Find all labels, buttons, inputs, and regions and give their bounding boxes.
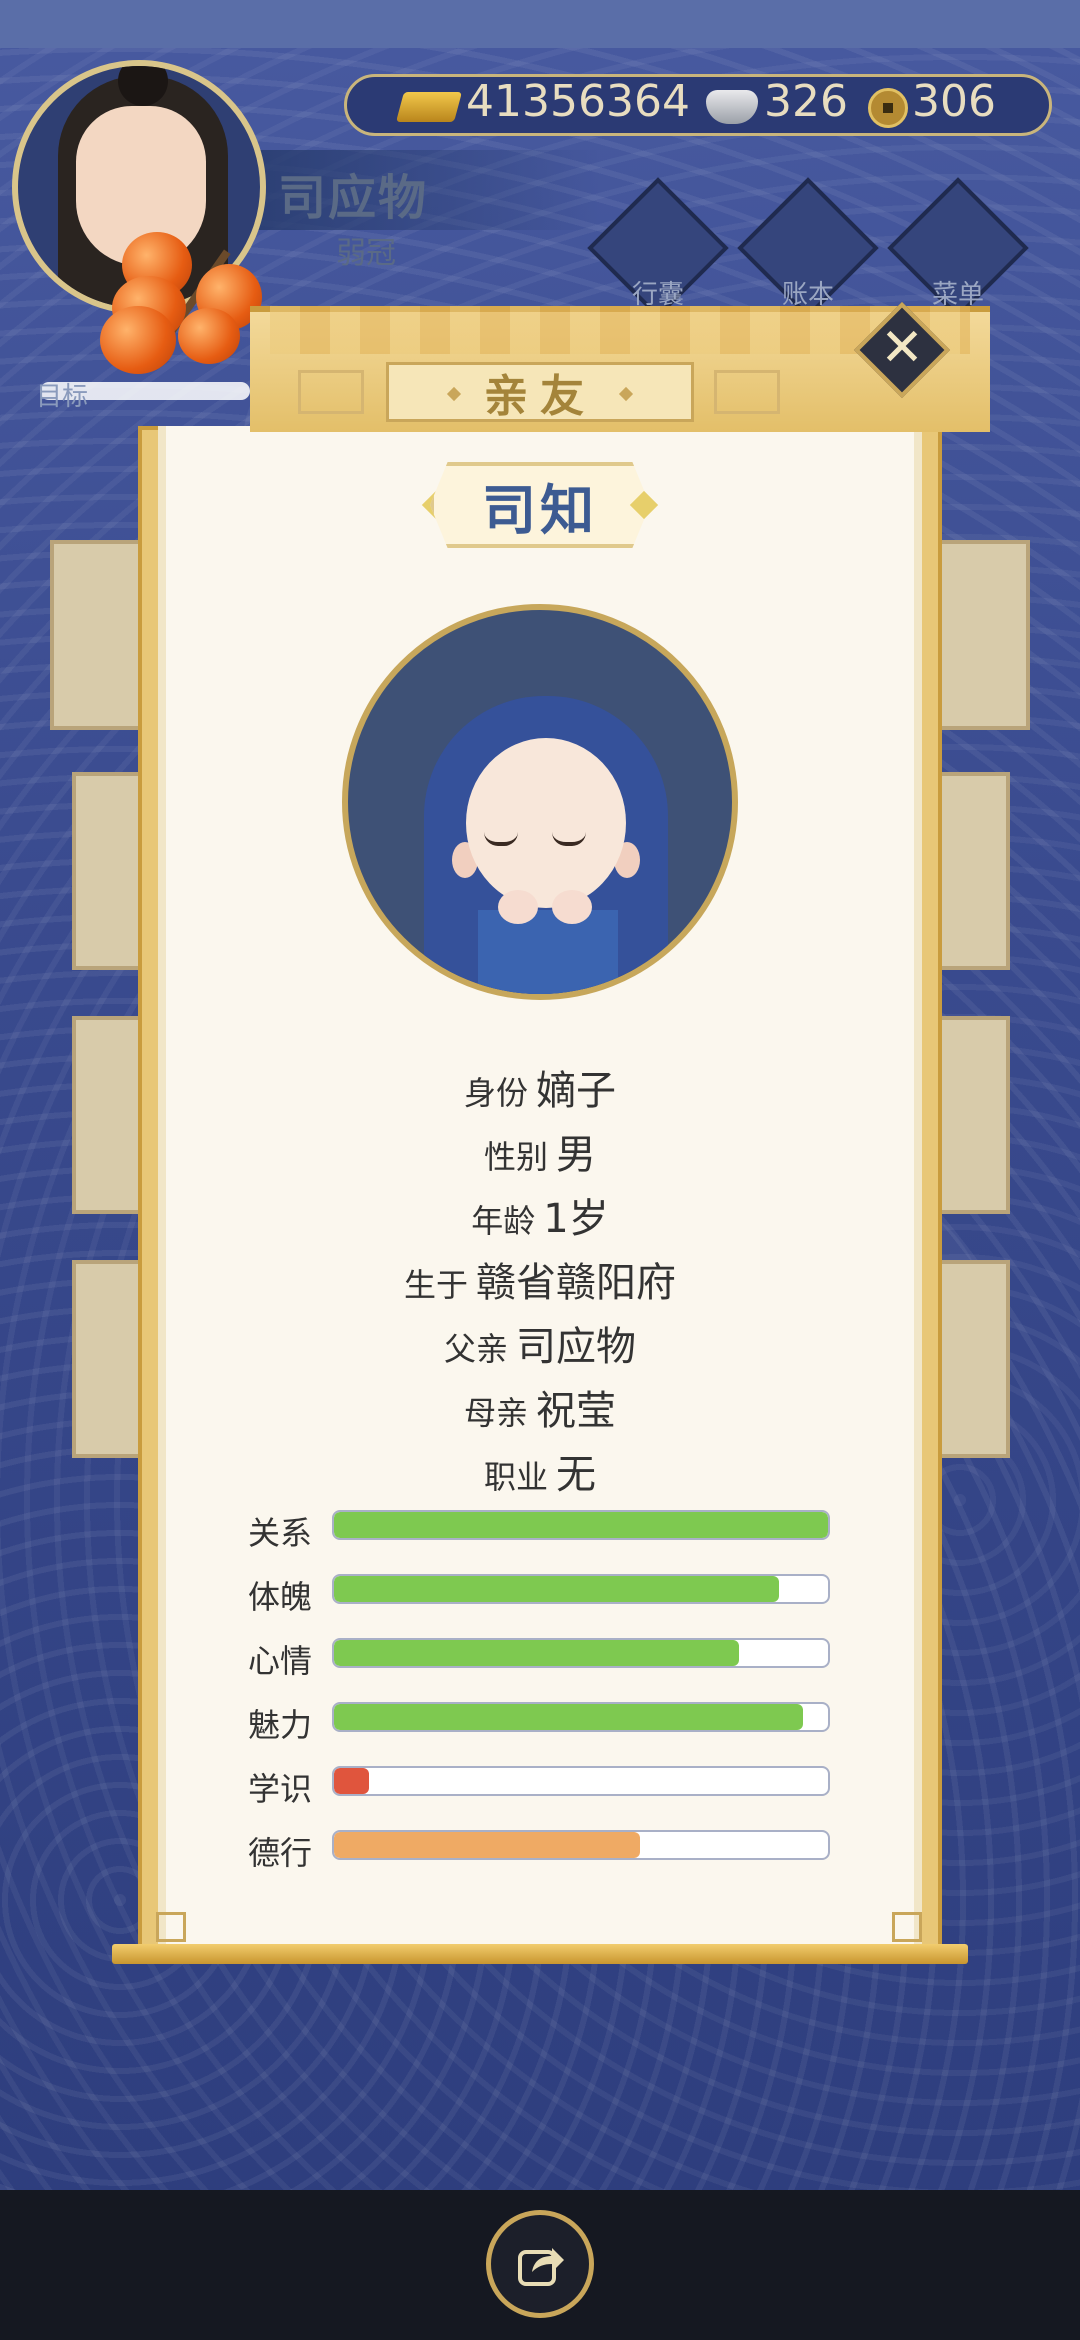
info-value: 祝莹 — [536, 1388, 616, 1434]
title-ornament-icon — [618, 386, 634, 402]
stat-bar — [332, 1574, 830, 1604]
stat-bar-fill — [334, 1704, 804, 1730]
info-line: 身份 嫡子 — [158, 1058, 922, 1116]
stat-bar-fill — [334, 1512, 828, 1538]
player-name: 司应物 — [278, 170, 429, 226]
character-portrait — [342, 604, 738, 1000]
info-value: 男 — [556, 1132, 596, 1178]
info-label: 生于 — [403, 1266, 468, 1304]
stat-bar — [332, 1766, 830, 1796]
stat-bar-fill — [334, 1832, 641, 1858]
modal-title-plate: 亲友 — [386, 362, 694, 422]
info-label: 母亲 — [463, 1394, 528, 1432]
info-label: 性别 — [483, 1138, 548, 1176]
corner-ornament — [892, 1912, 922, 1942]
stat-bar — [332, 1510, 830, 1540]
target-label: 目标 — [36, 382, 89, 412]
stat-bar-fill — [334, 1576, 779, 1602]
gold-ingot-icon — [395, 92, 463, 122]
portrait-hand — [552, 890, 592, 924]
portrait-robe — [478, 910, 618, 994]
silver-value: 326 — [764, 76, 848, 127]
title-ornament-icon — [446, 386, 462, 402]
stat-label: 德行 — [248, 1834, 313, 1872]
info-label: 父亲 — [443, 1330, 508, 1368]
coin-icon — [868, 88, 908, 128]
stat-label: 体魄 — [248, 1578, 313, 1616]
stat-bar — [332, 1830, 830, 1860]
stat-label: 学识 — [248, 1770, 313, 1808]
stat-label: 魅力 — [248, 1706, 313, 1744]
info-line: 生于 赣省赣阳府 — [158, 1250, 922, 1308]
coin-value: 306 — [912, 76, 996, 127]
character-name: 司知 — [482, 478, 598, 542]
info-value: 赣省赣阳府 — [476, 1260, 676, 1306]
modal-title: 亲友 — [484, 371, 596, 422]
player-title: 弱冠 — [336, 236, 396, 271]
header-ornament — [714, 370, 780, 414]
stat-bar-fill — [334, 1640, 740, 1666]
info-line: 年龄 1岁 — [158, 1186, 922, 1244]
gold-value: 41356364 — [466, 76, 690, 127]
scroll-rod — [112, 1944, 968, 1964]
stat-bar — [332, 1638, 830, 1668]
info-label: 年龄 — [471, 1202, 536, 1240]
info-value: 无 — [556, 1452, 596, 1498]
portrait-head — [466, 738, 626, 908]
info-label: 职业 — [483, 1458, 548, 1496]
candy-icon — [178, 308, 240, 364]
stat-bar-fill — [334, 1768, 369, 1794]
close-icon[interactable]: ✕ — [868, 314, 936, 382]
info-line: 母亲 祝莹 — [158, 1378, 922, 1436]
info-line: 职业无 — [158, 1442, 922, 1500]
header-ornament — [298, 370, 364, 414]
status-strip — [0, 0, 1080, 48]
stat-label: 关系 — [248, 1514, 313, 1552]
stat-label: 心情 — [248, 1642, 313, 1680]
share-icon — [518, 2248, 564, 2286]
candy-icon — [100, 306, 176, 374]
share-button[interactable] — [486, 2210, 594, 2318]
info-label: 身份 — [463, 1074, 528, 1112]
info-value: 司应物 — [516, 1324, 636, 1370]
corner-ornament — [156, 1912, 186, 1942]
info-line: 性别男 — [158, 1122, 922, 1180]
character-name-plate: 司知 — [430, 462, 650, 548]
info-value: 嫡子 — [536, 1068, 616, 1114]
portrait-hand — [498, 890, 538, 924]
stat-bar — [332, 1702, 830, 1732]
info-line: 父亲 司应物 — [158, 1314, 922, 1372]
info-value: 1岁 — [543, 1196, 609, 1242]
